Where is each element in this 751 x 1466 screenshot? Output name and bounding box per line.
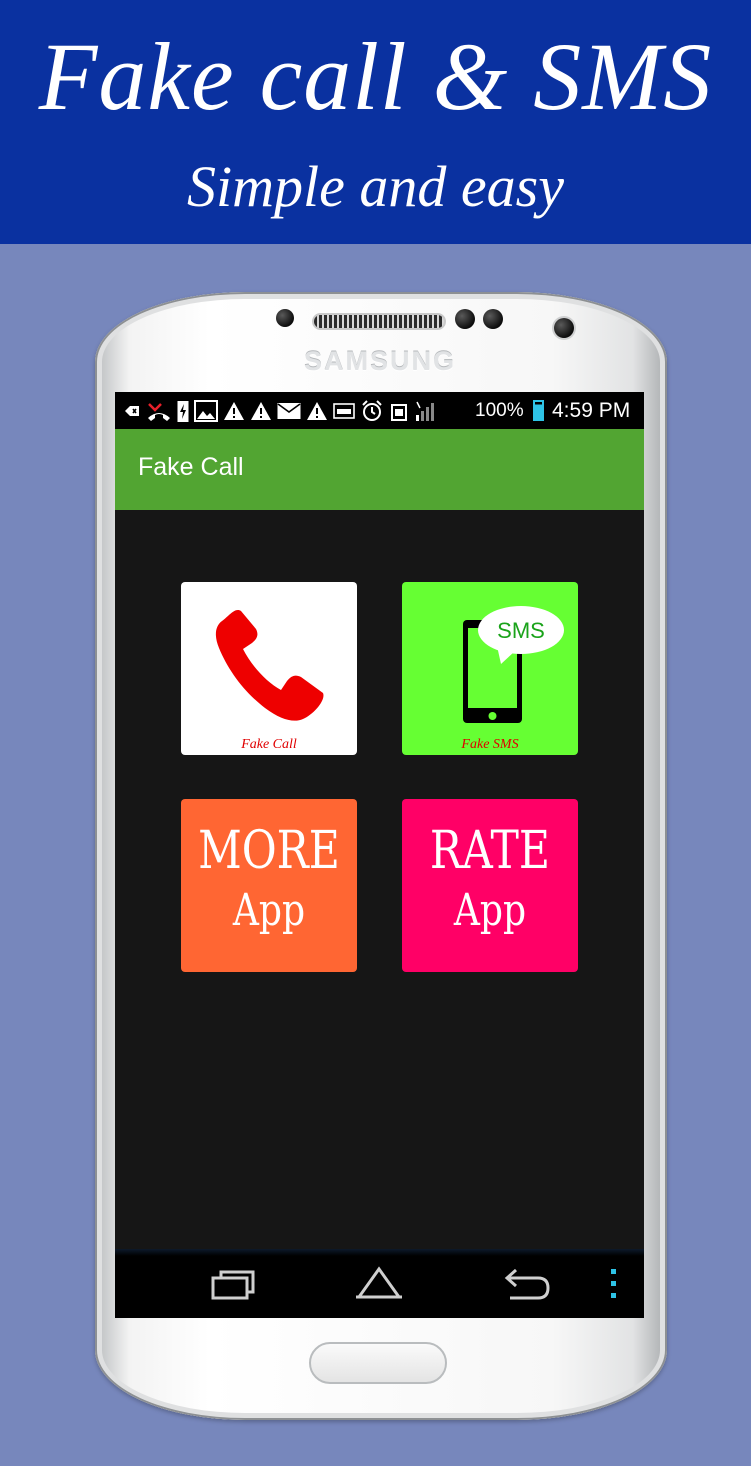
email-icon [277,403,301,419]
action-bar: Fake Call [115,429,644,510]
more-app-line1: MORE [198,821,340,881]
screenshot-icon [391,404,407,421]
light-sensor-2 [483,309,503,329]
back-icon[interactable] [502,1266,552,1302]
more-app-line2: App [232,885,306,936]
recent-apps-icon[interactable] [209,1268,257,1302]
proximity-sensor [276,309,294,327]
status-bar: 100% 4:59 PM [115,392,644,429]
battery-icon [533,400,544,421]
phone-handset-icon [215,610,324,721]
fake-call-label: Fake Call [241,737,297,752]
usb-debug-icon [125,406,139,416]
charging-icon [177,401,189,422]
fake-call-button[interactable]: Fake Call [181,582,357,755]
home-icon[interactable] [353,1265,405,1301]
brand-logo: SAMSUNG [303,346,456,376]
overflow-menu-icon[interactable] [607,1267,621,1301]
status-time: 4:59 PM [552,399,631,422]
earpiece-speaker [312,313,446,330]
more-apps-button[interactable]: MORE App [181,799,357,972]
sms-bubble-label: SMS [497,618,545,643]
light-sensor [455,309,475,329]
warning-icon [224,402,244,420]
warning-icon [251,402,271,420]
phone-screen: 100% 4:59 PM Fake Call Fake Call SMS Fak… [115,392,644,1318]
fake-sms-button[interactable]: SMS Fake SMS [402,582,578,755]
sms-bubble-icon [478,606,564,664]
battery-percentage: 100% [475,400,524,421]
missed-call-icon [148,403,170,421]
alarm-icon [362,400,382,421]
hardware-home-button[interactable] [309,1342,447,1384]
rate-app-line2: App [453,885,527,936]
navigation-bar [115,1249,644,1318]
banner-subtitle: Simple and easy [187,154,564,219]
banner-title: Fake call & SMS [38,23,713,130]
notification-icons [123,398,436,424]
warning-icon [307,402,327,420]
fake-sms-label: Fake SMS [461,737,519,752]
gallery-icon [194,400,218,422]
rate-app-line1: RATE [429,821,551,881]
app-title: Fake Call [138,453,244,481]
rate-app-button[interactable]: RATE App [402,799,578,972]
promo-banner: Fake call & SMS Simple and easy [0,0,751,244]
signal-icon [416,401,434,421]
nfc-icon [333,403,355,419]
front-camera [554,318,574,338]
